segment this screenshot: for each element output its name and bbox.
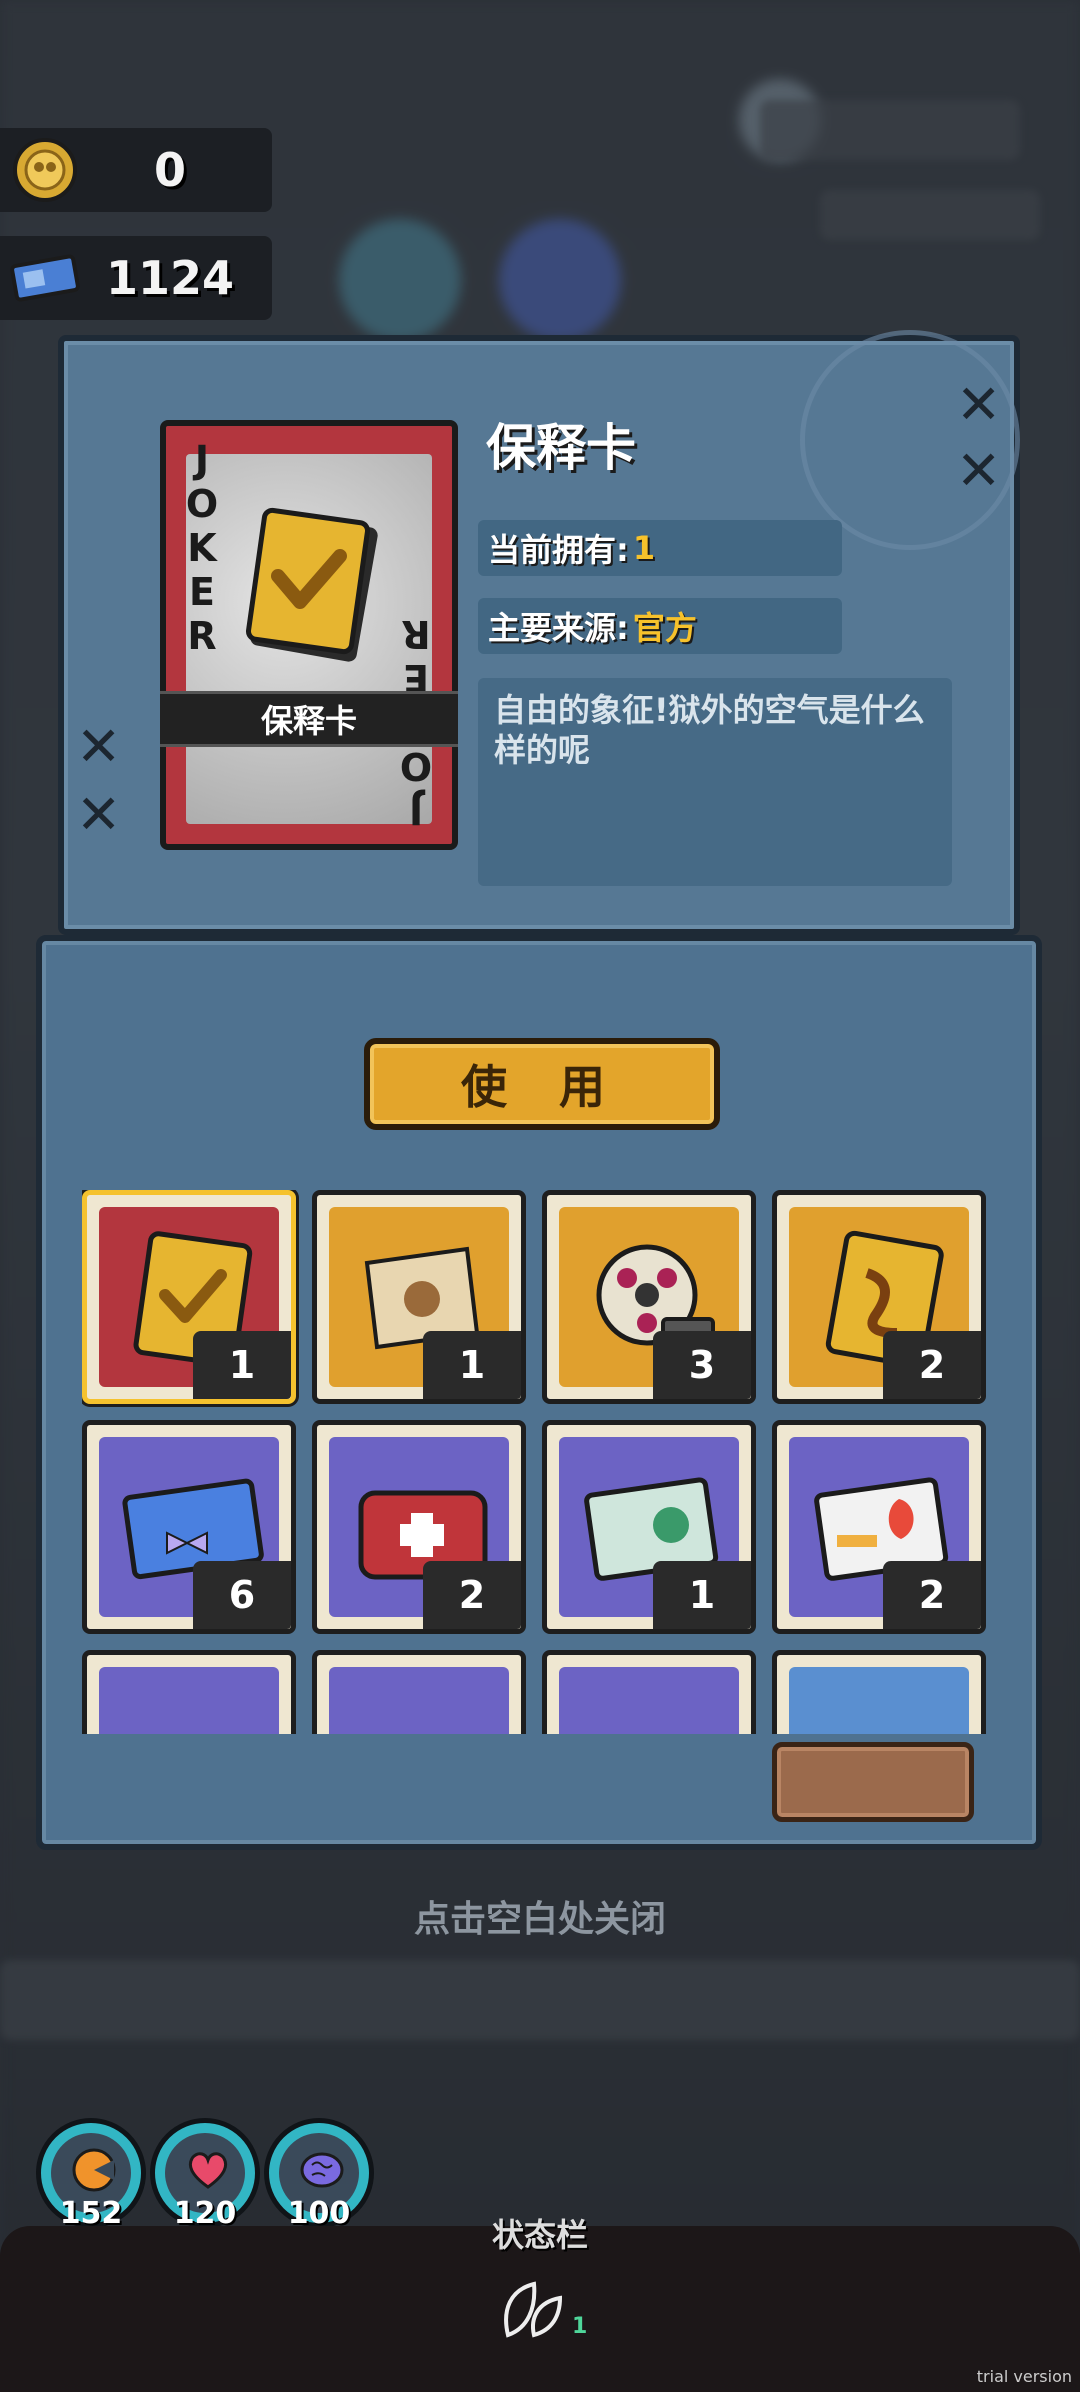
blurred-hud [0,1960,1080,2040]
inventory-slot[interactable]: 2 [312,1420,526,1634]
slot-count: 2 [883,1561,981,1629]
slot-count: 1 [653,1561,751,1629]
source-label: 主要来源: [488,609,629,647]
item-title: 保释卡 [486,419,636,477]
x-decor-icon: ✕ [956,373,1002,436]
inventory-slot[interactable]: 3 [542,1190,756,1404]
item-card: JOKER JOKER 保释卡 [160,420,458,850]
blurred-hud [760,100,1020,160]
inventory-slot[interactable] [772,1650,986,1734]
status-bar-label: 状态栏 [491,2216,588,2254]
slot-count: 6 [193,1561,291,1629]
inventory-slot[interactable] [542,1650,756,1734]
card-label: 保释卡 [160,691,458,747]
coin-icon [8,133,82,207]
slot-count: 2 [883,1331,981,1399]
inventory-slot[interactable] [82,1650,296,1734]
slot-background [789,1667,969,1734]
close-hint: 点击空白处关闭 [413,1899,666,1940]
blurred-hud [820,190,1040,240]
slot-background [329,1667,509,1734]
ticket-icon [8,241,82,315]
card-top-text: JOKER [180,438,224,665]
coin-counter: 0 [0,128,272,212]
owned-value: 1 [632,529,656,567]
source-row: 主要来源: 官方 [478,598,842,654]
bail-card-icon [236,506,386,670]
status-count: 1 [572,2314,588,2339]
x-decor-icon: ✕ [76,715,122,778]
inventory-slot[interactable]: 1 [542,1420,756,1634]
slot-count: 1 [423,1331,521,1399]
sort-button[interactable] [772,1742,974,1822]
inventory-slot[interactable]: 2 [772,1420,986,1634]
owned-label: 当前拥有: [488,531,629,569]
source-value: 官方 [632,609,697,647]
watermark: trial version [976,2367,1072,2386]
coin-value: 0 [154,143,187,197]
inventory-slot[interactable]: 2 [772,1190,986,1404]
hunger-icon [69,2145,119,2199]
inventory-slot[interactable]: 1 [82,1190,296,1404]
slot-background [99,1667,279,1734]
slot-count: 1 [193,1331,291,1399]
inventory-slot[interactable] [312,1650,526,1734]
ticket-counter: 1124 [0,236,272,320]
heart-icon [183,2145,233,2199]
x-decor-icon: ✕ [956,439,1002,502]
owned-row: 当前拥有: 1 [478,520,842,576]
inventory-grid[interactable]: 1 1 3 2 6 2 1 2 [82,1190,998,1734]
ticket-value: 1124 [106,251,235,305]
slot-count: 2 [423,1561,521,1629]
use-button[interactable]: 使 用 [364,1038,720,1130]
slot-count: 3 [653,1331,751,1399]
slot-background [559,1667,739,1734]
inventory-slot[interactable]: 1 [312,1190,526,1404]
inventory-slot[interactable]: 6 [82,1420,296,1634]
item-description: 自由的象征!狱外的空气是什么样的呢 [478,678,952,886]
card-top-text-label: JOKER [180,438,224,658]
brain-icon [297,2145,347,2199]
x-decor-icon: ✕ [76,783,122,846]
leaf-icon[interactable] [500,2280,570,2344]
